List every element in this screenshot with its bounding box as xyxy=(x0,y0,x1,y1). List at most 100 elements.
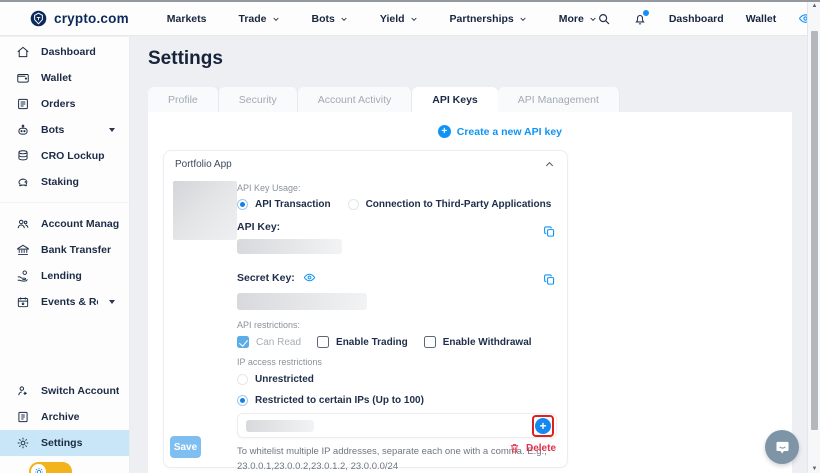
create-api-key-button[interactable]: + Create a new API key xyxy=(437,125,562,138)
nav-markets[interactable]: Markets xyxy=(167,13,207,25)
radio-third-party[interactable] xyxy=(347,199,359,210)
sidebar-item-bots[interactable]: Bots xyxy=(0,117,129,143)
chevron-down-icon xyxy=(109,128,115,132)
sidebar-label: Wallet xyxy=(41,72,72,84)
radio-restricted-ips[interactable] xyxy=(237,395,248,406)
chevron-down-icon xyxy=(341,17,347,21)
trash-icon xyxy=(510,444,519,453)
checkbox-enable-withdrawal-label: Enable Withdrawal xyxy=(442,336,532,348)
api-key-label: API Key: xyxy=(237,221,281,233)
tab-account-activity[interactable]: Account Activity xyxy=(297,87,413,112)
header-wallet-link[interactable]: Wallet xyxy=(746,13,777,25)
sidebar-item-archive[interactable]: Archive xyxy=(0,404,129,430)
tab-api-keys[interactable]: API Keys xyxy=(412,87,498,112)
scrollbar-thumb[interactable] xyxy=(810,31,818,430)
support-chat-button[interactable] xyxy=(765,430,799,464)
notifications-bell-icon[interactable] xyxy=(633,9,649,26)
sidebar-item-dashboard[interactable]: Dashboard xyxy=(0,39,129,65)
sidebar-item-bank-transfer[interactable]: Bank Transfer xyxy=(0,237,129,263)
tab-profile[interactable]: Profile xyxy=(148,87,219,112)
theme-toggle[interactable] xyxy=(29,462,72,473)
gear-icon xyxy=(17,437,29,449)
crypto-com-logo[interactable]: crypto.com xyxy=(30,10,129,27)
reveal-secret-eye-icon[interactable] xyxy=(303,271,316,284)
copy-api-key-icon[interactable] xyxy=(543,225,556,238)
top-navbar: crypto.com Markets Trade Bots Yield Part… xyxy=(0,2,820,36)
nav-partnerships[interactable]: Partnerships xyxy=(450,13,527,25)
sidebar-item-cro-lockup[interactable]: CRO Lockup xyxy=(0,143,129,169)
chevron-down-icon xyxy=(272,17,279,21)
chevron-down-icon xyxy=(590,17,596,21)
logo-text: crypto.com xyxy=(54,11,129,26)
sidebar-item-wallet[interactable]: Wallet xyxy=(0,65,129,91)
sidebar-label: Events & Rewards xyxy=(41,296,98,308)
nav-more[interactable]: More xyxy=(559,13,597,25)
add-ip-button[interactable]: + xyxy=(535,418,551,434)
annotation-highlight-box: + xyxy=(532,415,554,437)
ip-restrictions-label: IP access restrictions xyxy=(237,357,322,367)
collapse-chevron-up-icon[interactable] xyxy=(544,159,555,170)
sidebar-label: Settings xyxy=(41,437,83,449)
radio-api-transaction-label: API Transaction xyxy=(255,199,331,210)
page-title: Settings xyxy=(148,48,223,69)
api-key-name: Portfolio App xyxy=(175,159,232,170)
secret-key-value-redacted xyxy=(237,293,367,310)
usage-radio-group: API Transaction Connection to Third-Part… xyxy=(237,199,557,210)
nav-more-label: More xyxy=(558,12,584,25)
delete-button[interactable]: Delete xyxy=(509,442,556,454)
nav-trade[interactable]: Trade xyxy=(238,13,279,25)
portfolio-app-api-key-card: Portfolio App API Key Usage: API Transac… xyxy=(163,150,568,472)
sidebar-label: Orders xyxy=(41,98,76,110)
radio-api-transaction[interactable] xyxy=(237,199,248,210)
tab-api-management[interactable]: API Management xyxy=(497,87,620,112)
home-icon xyxy=(17,46,29,58)
bank-icon xyxy=(17,244,29,256)
sidebar-label: Bank Transfer xyxy=(41,244,112,256)
radio-third-party-label: Connection to Third-Party Applications xyxy=(365,199,552,210)
checkbox-enable-withdrawal[interactable] xyxy=(423,336,436,348)
sidebar-item-settings[interactable]: Settings xyxy=(0,430,129,456)
tab-security[interactable]: Security xyxy=(218,87,298,112)
sidebar-label: Account Management xyxy=(41,218,119,230)
radio-restricted-ips-label: Restricted to certain IPs (Up to 100) xyxy=(255,395,424,406)
header-dashboard-link[interactable]: Dashboard xyxy=(669,13,724,25)
restrictions-checkbox-group: Can Read Enable Trading Enable Withdrawa… xyxy=(237,336,557,348)
api-key-value-redacted xyxy=(237,239,342,254)
radio-unrestricted[interactable] xyxy=(237,374,248,385)
whitelist-help-line2: 23.0.0.1,23.0.0.2,23.0.1.2, 23.0.0.0/24 xyxy=(237,460,399,472)
sidebar-label: Switch Account xyxy=(41,385,119,397)
nav-yield[interactable]: Yield xyxy=(380,13,418,25)
nav-bots-label: Bots xyxy=(311,12,335,25)
ip-address-input[interactable]: + xyxy=(237,413,557,438)
checkbox-enable-trading[interactable] xyxy=(317,336,330,348)
sidebar-item-events-rewards[interactable]: Events & Rewards xyxy=(0,289,129,315)
radio-unrestricted-label: Unrestricted xyxy=(255,374,314,385)
sidebar-item-staking[interactable]: Staking xyxy=(0,169,129,195)
settings-tabs: Profile Security Account Activity API Ke… xyxy=(148,87,620,112)
orders-icon xyxy=(18,98,28,110)
api-keys-panel: + Create a new API key Portfolio App API… xyxy=(148,112,792,473)
wallet-icon xyxy=(17,74,29,83)
create-api-key-label: Create a new API key xyxy=(456,125,562,138)
page-scrollbar: ▲ ▼ xyxy=(807,2,820,473)
chevron-down-icon xyxy=(520,17,526,21)
chevron-down-icon xyxy=(410,17,417,21)
sidebar-item-orders[interactable]: Orders xyxy=(0,91,129,117)
sidebar-label: CRO Lockup xyxy=(41,150,105,162)
scroll-down-arrow[interactable]: ▼ xyxy=(808,466,820,472)
sidebar-item-account-management[interactable]: Account Management xyxy=(0,211,129,237)
restrictions-label: API restrictions: xyxy=(237,320,301,330)
crypto-com-settings-page: crypto.com Markets Trade Bots Yield Part… xyxy=(0,0,820,473)
nav-bots[interactable]: Bots xyxy=(312,13,348,25)
plus-circle-icon: + xyxy=(437,125,451,138)
sidebar-label: Archive xyxy=(41,411,80,423)
save-button[interactable]: Save xyxy=(170,436,201,458)
scroll-up-arrow[interactable]: ▲ xyxy=(808,3,820,9)
search-icon[interactable] xyxy=(597,12,611,26)
checkbox-can-read[interactable] xyxy=(237,336,249,348)
copy-secret-key-icon[interactable] xyxy=(543,273,556,286)
checkbox-can-read-label: Can Read xyxy=(256,336,302,348)
sidebar-item-lending[interactable]: Lending xyxy=(0,263,129,289)
sidebar-item-switch-account[interactable]: Switch Account xyxy=(0,378,129,404)
